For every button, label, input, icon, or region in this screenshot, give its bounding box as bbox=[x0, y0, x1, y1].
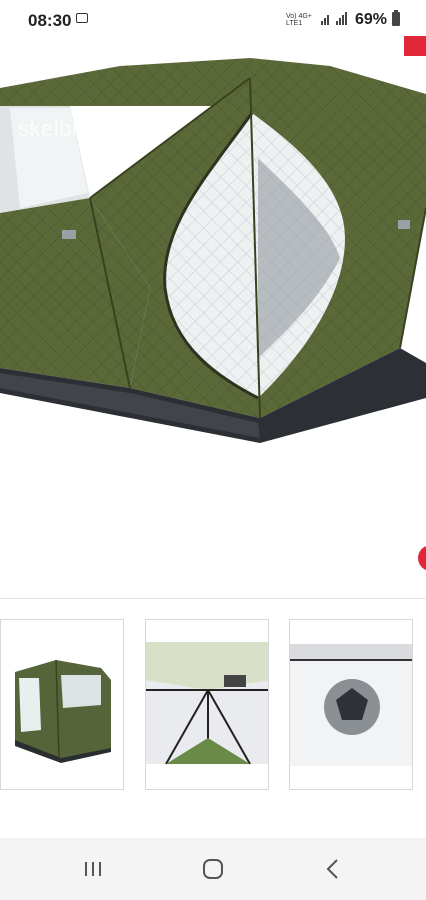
recents-icon bbox=[85, 862, 101, 876]
tent-interior-ceiling-thumbnail[interactable] bbox=[145, 619, 269, 790]
signal-icon bbox=[321, 12, 347, 25]
main-product-photo[interactable]: skelbiu.lt bbox=[0, 58, 426, 598]
home-button[interactable] bbox=[193, 852, 233, 886]
status-bar: 08:30 Vo) 4G+ LTE1 69% bbox=[0, 0, 426, 40]
gallery-notification-icon bbox=[76, 13, 88, 23]
battery-percent: 69% bbox=[355, 11, 388, 28]
back-button[interactable] bbox=[313, 852, 353, 886]
battery-icon bbox=[392, 10, 400, 26]
home-icon bbox=[203, 859, 223, 879]
page-header bbox=[0, 40, 426, 59]
tent-floor-hole-thumbnail[interactable] bbox=[289, 619, 413, 790]
divider bbox=[0, 598, 426, 599]
system-nav-bar bbox=[0, 838, 426, 900]
recents-button[interactable] bbox=[73, 852, 113, 886]
status-time: 08:30 bbox=[28, 11, 72, 30]
header-red-badge[interactable] bbox=[404, 36, 426, 56]
back-icon bbox=[326, 859, 338, 879]
watermark-text: skelbiu.lt bbox=[18, 116, 109, 141]
tent-exterior-thumbnail[interactable] bbox=[0, 619, 124, 790]
network-indicator: Vo) 4G+ LTE1 bbox=[286, 13, 312, 27]
